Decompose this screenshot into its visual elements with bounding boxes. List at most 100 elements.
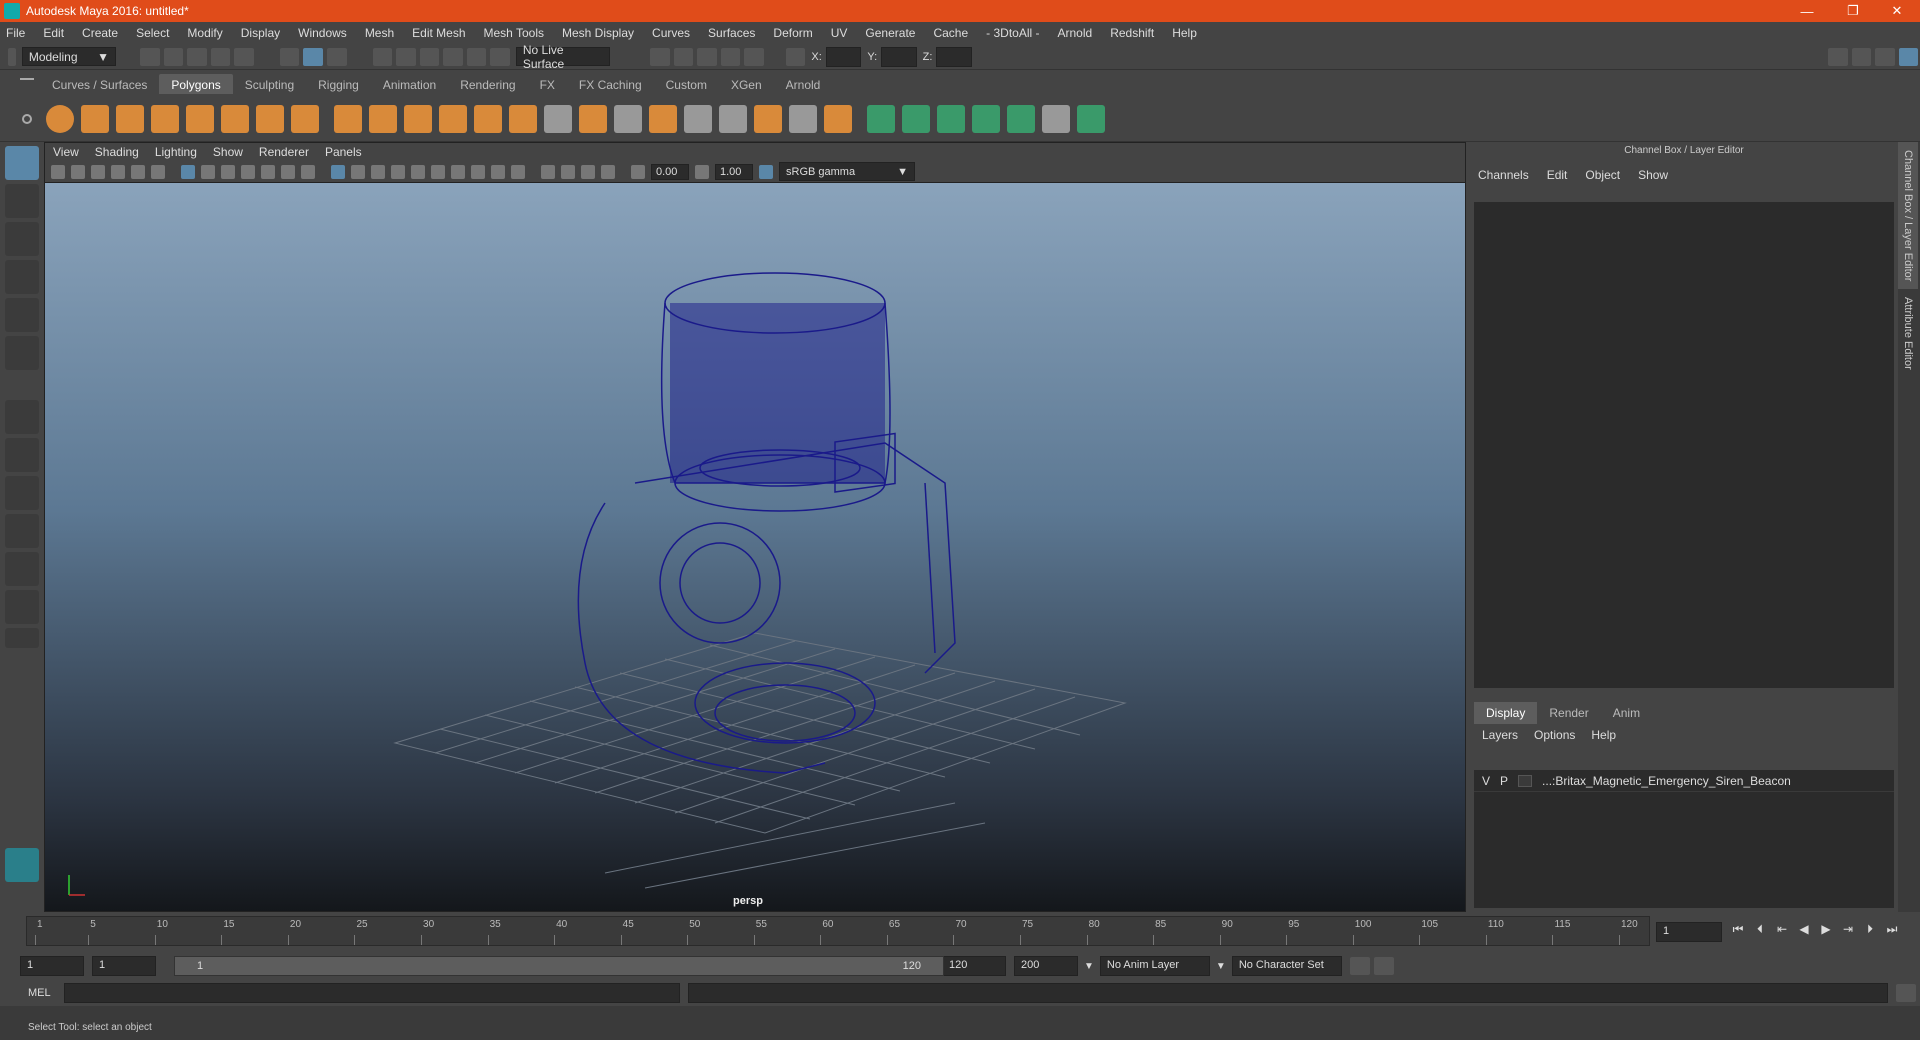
isolate-select-icon[interactable] (541, 164, 555, 179)
motion-blur-icon[interactable] (471, 164, 485, 179)
gamma-icon[interactable] (695, 164, 709, 179)
layer-tab-display[interactable]: Display (1474, 702, 1538, 724)
camera-attributes-icon[interactable] (71, 164, 85, 179)
bridge-icon[interactable] (509, 105, 537, 133)
live-surface-field[interactable]: No Live Surface (515, 43, 611, 71)
shelf-tab-fx-caching[interactable]: FX Caching (567, 74, 654, 94)
make-live-icon[interactable] (490, 47, 510, 66)
step-back-icon[interactable]: ⏴ (1752, 922, 1768, 936)
animation-preferences-icon[interactable] (1373, 957, 1394, 975)
wireframe-icon[interactable] (331, 164, 345, 179)
camera-select-icon[interactable] (51, 164, 65, 179)
automatic-mapping-icon[interactable] (972, 105, 1000, 133)
command-input[interactable] (64, 983, 680, 1003)
shelf-tab-arnold[interactable]: Arnold (774, 74, 833, 94)
character-set-dropdown[interactable]: No Character Set (1231, 956, 1342, 976)
side-tab-attribute-editor[interactable]: Attribute Editor (1898, 289, 1918, 378)
layer-playback-toggle[interactable]: P (1500, 774, 1508, 788)
poly-plane-icon[interactable] (186, 105, 214, 133)
x-field[interactable] (825, 46, 862, 67)
z-field[interactable] (936, 46, 972, 67)
channel-box-menu-show[interactable]: Show (1638, 168, 1668, 182)
shelf-tab-xgen[interactable]: XGen (719, 74, 774, 94)
playback-start-field[interactable]: 1 (92, 956, 156, 976)
menu-deform[interactable]: Deform (773, 26, 812, 40)
poly-pipe-icon[interactable] (291, 105, 319, 133)
layer-menu-layers[interactable]: Layers (1482, 728, 1518, 742)
field-chart-icon[interactable] (261, 164, 275, 179)
snap-grid-icon[interactable] (372, 47, 393, 66)
xray-components-icon[interactable] (601, 164, 615, 179)
menu-mesh-tools[interactable]: Mesh Tools (484, 26, 544, 40)
exposure-icon[interactable] (631, 164, 645, 179)
shelf-tab-curves-surfaces[interactable]: Curves / Surfaces (40, 74, 159, 94)
viewport-menu-renderer[interactable]: Renderer (259, 145, 309, 159)
current-frame-field[interactable]: 1 (1656, 922, 1722, 942)
colorspace-dropdown[interactable]: sRGB gamma ▼ (779, 162, 915, 181)
layer-color-swatch[interactable] (1518, 774, 1533, 787)
viewport-menu-view[interactable]: View (53, 145, 79, 159)
image-plane-icon[interactable] (111, 164, 125, 179)
play-backward-icon[interactable]: ◀ (1796, 922, 1812, 936)
menu-mesh[interactable]: Mesh (365, 26, 394, 40)
ipr-render-icon[interactable] (673, 47, 694, 66)
rotate-tool-icon[interactable] (5, 298, 39, 332)
hypershade-icon[interactable] (720, 47, 741, 66)
lasso-tool-icon[interactable] (5, 184, 39, 218)
viewport-menu-panels[interactable]: Panels (325, 145, 362, 159)
shelf-tab-rendering[interactable]: Rendering (448, 74, 527, 94)
auto-key-icon[interactable] (1349, 957, 1370, 975)
poly-cylinder-icon[interactable] (116, 105, 144, 133)
scale-tool-icon[interactable] (5, 336, 39, 370)
menu-modify[interactable]: Modify (187, 26, 222, 40)
minimize-button[interactable]: — (1784, 0, 1830, 22)
menu-windows[interactable]: Windows (298, 26, 347, 40)
anti-aliasing-icon[interactable] (491, 164, 505, 179)
film-gate-icon[interactable] (201, 164, 215, 179)
snap-point-icon[interactable] (419, 47, 440, 66)
poly-pyramid-icon[interactable] (256, 105, 284, 133)
persp-outliner-layout-icon[interactable] (5, 476, 39, 510)
play-forward-icon[interactable]: ▶ (1818, 922, 1834, 936)
viewport-menu-lighting[interactable]: Lighting (155, 145, 197, 159)
select-component-icon[interactable] (326, 47, 347, 66)
shelf-settings-icon[interactable] (22, 114, 32, 124)
menu-curves[interactable]: Curves (652, 26, 690, 40)
grease-pencil-icon[interactable] (151, 164, 165, 179)
xray-icon[interactable] (561, 164, 575, 179)
custom-layout-icon[interactable] (5, 628, 39, 648)
script-editor-icon[interactable] (1896, 984, 1916, 1002)
viewport-menu-show[interactable]: Show (213, 145, 243, 159)
close-button[interactable]: ✕ (1874, 0, 1920, 22)
separate-icon[interactable] (369, 105, 397, 133)
y-field[interactable] (881, 46, 917, 67)
anim-layer-dropdown[interactable]: No Anim Layer (1099, 956, 1210, 976)
resolution-gate-icon[interactable] (221, 164, 235, 179)
go-to-end-icon[interactable]: ⏭ (1884, 922, 1900, 936)
save-scene-icon[interactable] (187, 47, 207, 66)
transform-icon[interactable] (785, 47, 806, 66)
select-hierarchy-icon[interactable] (279, 47, 300, 66)
snap-view-icon[interactable] (443, 47, 463, 66)
layer-name[interactable]: ...:Britax_Magnetic_Emergency_Siren_Beac… (1542, 774, 1791, 788)
layer-visibility-toggle[interactable]: V (1482, 774, 1490, 788)
safe-title-icon[interactable] (301, 164, 315, 179)
undo-icon[interactable] (210, 47, 231, 66)
extract-icon[interactable] (404, 105, 432, 133)
depth-of-field-icon[interactable] (511, 164, 525, 179)
spherical-mapping-icon[interactable] (937, 105, 965, 133)
render-settings-icon[interactable] (697, 47, 717, 66)
render-current-icon[interactable] (650, 47, 670, 66)
xray-joints-icon[interactable] (581, 164, 595, 179)
grid-icon[interactable] (181, 164, 195, 179)
menu-arnold[interactable]: Arnold (1058, 26, 1093, 40)
restore-button[interactable]: ❐ (1830, 0, 1876, 22)
safe-action-icon[interactable] (281, 164, 295, 179)
layer-tab-render[interactable]: Render (1537, 702, 1600, 724)
gamma-field[interactable]: 1.00 (715, 163, 753, 180)
checker-map-icon[interactable] (1042, 105, 1070, 133)
bevel-icon[interactable] (614, 105, 642, 133)
persp-outliner-graph-layout-icon[interactable] (5, 552, 39, 586)
2d-pan-zoom-icon[interactable] (131, 164, 145, 179)
planar-mapping-icon[interactable] (867, 105, 895, 133)
